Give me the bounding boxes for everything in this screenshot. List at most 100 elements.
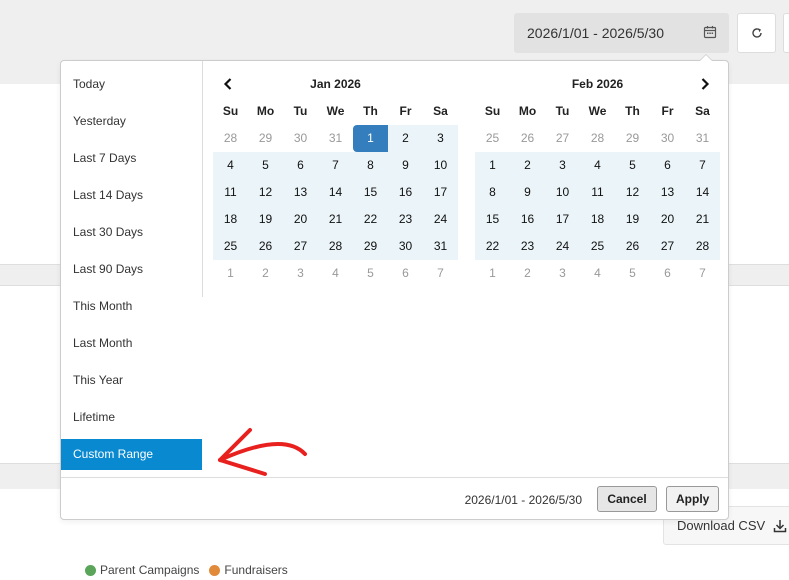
calendar-day[interactable]: 10 (423, 152, 458, 179)
calendar-day[interactable]: 9 (510, 179, 545, 206)
calendar-day[interactable]: 29 (615, 125, 650, 152)
range-lifetime[interactable]: Lifetime (61, 402, 202, 433)
calendar-day[interactable]: 2 (388, 125, 423, 152)
calendar-day[interactable]: 21 (685, 206, 720, 233)
calendar-day[interactable]: 31 (318, 125, 353, 152)
calendar-day[interactable]: 7 (685, 152, 720, 179)
calendar-day[interactable]: 26 (510, 125, 545, 152)
calendar-day[interactable]: 10 (545, 179, 580, 206)
calendar-day[interactable]: 24 (545, 233, 580, 260)
calendar-day[interactable]: 4 (580, 152, 615, 179)
cancel-button[interactable]: Cancel (597, 486, 657, 512)
range-this-month[interactable]: This Month (61, 291, 202, 322)
calendar-day[interactable]: 13 (650, 179, 685, 206)
calendar-day[interactable]: 28 (685, 233, 720, 260)
more-button[interactable] (783, 13, 789, 53)
calendar-day[interactable]: 11 (580, 179, 615, 206)
calendar-day[interactable]: 5 (353, 260, 388, 287)
range-last-14-days[interactable]: Last 14 Days (61, 180, 202, 211)
calendar-day[interactable]: 25 (475, 125, 510, 152)
range-yesterday[interactable]: Yesterday (61, 106, 202, 137)
calendar-day[interactable]: 4 (580, 260, 615, 287)
calendar-day[interactable]: 8 (353, 152, 388, 179)
calendar-day[interactable]: 12 (248, 179, 283, 206)
calendar-day[interactable]: 17 (423, 179, 458, 206)
range-last-month[interactable]: Last Month (61, 328, 202, 359)
calendar-day[interactable]: 16 (388, 179, 423, 206)
calendar-day[interactable]: 27 (545, 125, 580, 152)
calendar-day[interactable]: 23 (510, 233, 545, 260)
calendar-day[interactable]: 19 (248, 206, 283, 233)
calendar-day[interactable]: 3 (545, 260, 580, 287)
calendar-day[interactable]: 11 (213, 179, 248, 206)
calendar-day[interactable]: 31 (685, 125, 720, 152)
calendar-day[interactable]: 17 (545, 206, 580, 233)
calendar-day[interactable]: 6 (283, 152, 318, 179)
calendar-day[interactable]: 3 (545, 152, 580, 179)
calendar-day[interactable]: 6 (650, 260, 685, 287)
calendar-day[interactable]: 1 (353, 125, 388, 152)
range-last-90-days[interactable]: Last 90 Days (61, 254, 202, 285)
date-range-input[interactable]: 2026/1/01 - 2026/5/30 (514, 13, 729, 53)
legend-item-parent-campaigns[interactable]: Parent Campaigns (85, 563, 199, 577)
calendar-day[interactable]: 5 (248, 152, 283, 179)
calendar-day[interactable]: 25 (580, 233, 615, 260)
calendar-day[interactable]: 23 (388, 206, 423, 233)
calendar-day[interactable]: 22 (475, 233, 510, 260)
range-this-year[interactable]: This Year (61, 365, 202, 396)
calendar-day[interactable]: 27 (650, 233, 685, 260)
calendar-day[interactable]: 21 (318, 206, 353, 233)
calendar-day[interactable]: 13 (283, 179, 318, 206)
calendar-day[interactable]: 22 (353, 206, 388, 233)
calendar-day[interactable]: 28 (213, 125, 248, 152)
calendar-day[interactable]: 18 (580, 206, 615, 233)
calendar-day[interactable]: 5 (615, 152, 650, 179)
calendar-day[interactable]: 19 (615, 206, 650, 233)
calendar-day[interactable]: 30 (283, 125, 318, 152)
calendar-day[interactable]: 2 (510, 260, 545, 287)
calendar-day[interactable]: 4 (213, 152, 248, 179)
calendar-day[interactable]: 26 (615, 233, 650, 260)
calendar-day[interactable]: 1 (475, 260, 510, 287)
range-today[interactable]: Today (61, 69, 202, 100)
calendar-day[interactable]: 15 (475, 206, 510, 233)
next-month-button[interactable] (696, 75, 714, 93)
calendar-day[interactable]: 27 (283, 233, 318, 260)
calendar-day[interactable]: 18 (213, 206, 248, 233)
calendar-day[interactable]: 14 (685, 179, 720, 206)
legend-item-fundraisers[interactable]: Fundraisers (209, 563, 288, 577)
calendar-day[interactable]: 8 (475, 179, 510, 206)
calendar-day[interactable]: 7 (685, 260, 720, 287)
range-last-30-days[interactable]: Last 30 Days (61, 217, 202, 248)
calendar-day[interactable]: 28 (318, 233, 353, 260)
calendar-day[interactable]: 6 (388, 260, 423, 287)
calendar-day[interactable]: 24 (423, 206, 458, 233)
calendar-day[interactable]: 2 (248, 260, 283, 287)
calendar-day[interactable]: 1 (475, 152, 510, 179)
calendar-day[interactable]: 15 (353, 179, 388, 206)
calendar-day[interactable]: 30 (650, 125, 685, 152)
calendar-day[interactable]: 14 (318, 179, 353, 206)
calendar-day[interactable]: 29 (248, 125, 283, 152)
apply-button[interactable]: Apply (666, 486, 719, 512)
calendar-day[interactable]: 16 (510, 206, 545, 233)
calendar-day[interactable]: 7 (318, 152, 353, 179)
calendar-day[interactable]: 2 (510, 152, 545, 179)
range-last-7-days[interactable]: Last 7 Days (61, 143, 202, 174)
calendar-day[interactable]: 20 (283, 206, 318, 233)
calendar-day[interactable]: 3 (423, 125, 458, 152)
calendar-day[interactable]: 30 (388, 233, 423, 260)
calendar-day[interactable]: 4 (318, 260, 353, 287)
calendar-day[interactable]: 3 (283, 260, 318, 287)
calendar-day[interactable]: 26 (248, 233, 283, 260)
calendar-day[interactable]: 20 (650, 206, 685, 233)
calendar-day[interactable]: 25 (213, 233, 248, 260)
calendar-day[interactable]: 1 (213, 260, 248, 287)
calendar-day[interactable]: 7 (423, 260, 458, 287)
calendar-day[interactable]: 5 (615, 260, 650, 287)
range-custom-range[interactable]: Custom Range (61, 439, 202, 470)
calendar-day[interactable]: 6 (650, 152, 685, 179)
calendar-day[interactable]: 31 (423, 233, 458, 260)
calendar-day[interactable]: 9 (388, 152, 423, 179)
refresh-button[interactable] (737, 13, 776, 53)
